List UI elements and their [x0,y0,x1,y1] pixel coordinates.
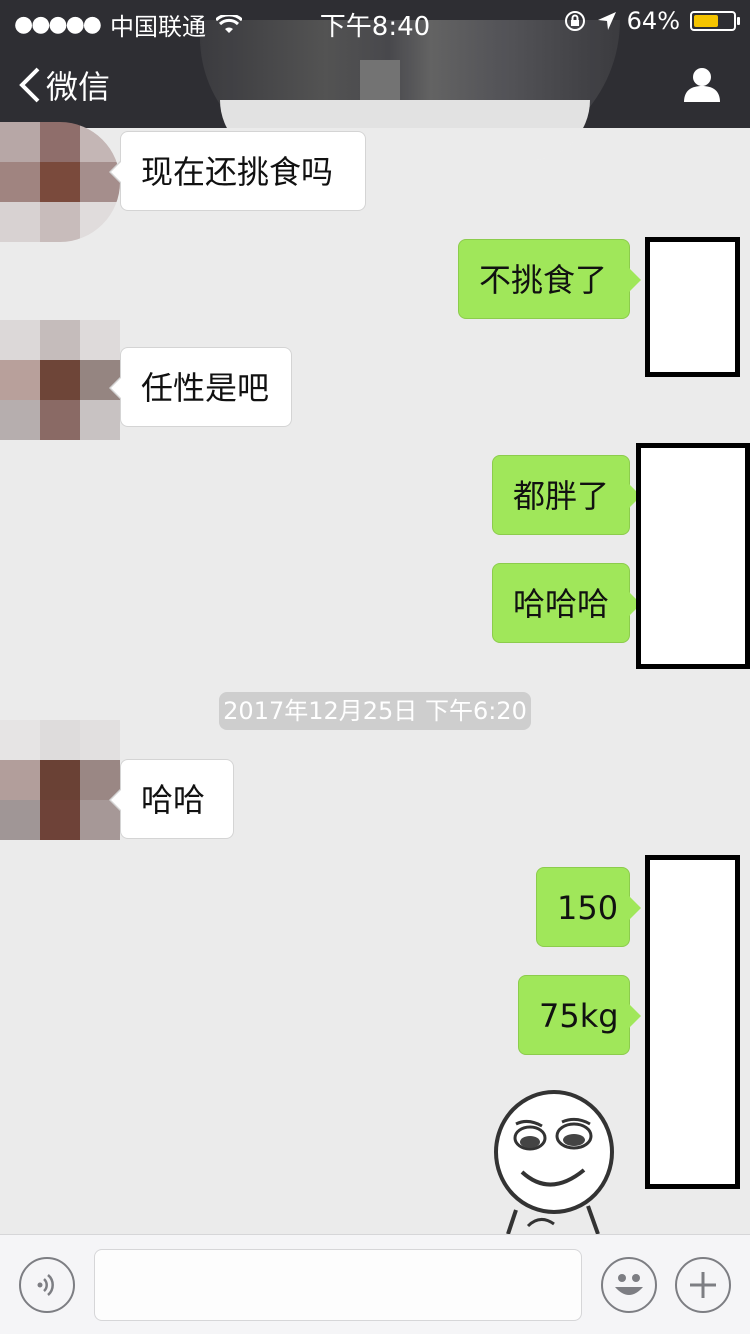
battery-percent: 64% [626,7,680,35]
voice-icon [37,1274,54,1296]
more-button[interactable] [675,1257,731,1313]
back-button[interactable]: 微信 [18,62,110,108]
contact-avatar[interactable] [0,122,120,242]
chevron-left-icon [19,67,40,103]
voice-button[interactable] [19,1257,75,1313]
meme-face-sticker[interactable] [488,1088,628,1238]
chat-info-button[interactable] [682,66,722,106]
location-arrow-icon [597,12,616,30]
incoming-message[interactable]: 哈哈 [109,759,234,839]
outgoing-message[interactable]: 150 [536,867,641,947]
navigation-bar: 微信 [0,40,750,128]
emoji-button[interactable] [601,1257,657,1313]
person-icon [684,68,720,102]
contact-avatar[interactable] [0,720,120,840]
status-bar: ●●●●● 中国联通 下午8:40 64% [0,0,750,42]
message-input[interactable] [94,1249,582,1321]
incoming-message[interactable]: 任性是吧 [109,347,292,427]
outgoing-message[interactable]: 不挑食了 [458,239,641,319]
incoming-message[interactable]: 现在还挑食吗 [109,131,366,211]
plus-icon [690,1272,716,1298]
chat-input-bar [0,1234,750,1334]
redaction-box [645,237,740,377]
redaction-box [645,855,740,1189]
battery-icon [690,11,740,31]
message-timestamp: 2017年12月25日 下午6:20 [219,692,531,730]
contact-avatar[interactable] [0,320,120,440]
smiley-icon [615,1274,643,1295]
outgoing-message[interactable]: 75kg [518,975,641,1055]
redaction-box [636,443,750,669]
outgoing-message[interactable]: 哈哈哈 [492,563,641,643]
rotation-lock-icon [564,11,585,31]
back-label: 微信 [46,68,111,106]
outgoing-message[interactable]: 都胖了 [492,455,641,535]
